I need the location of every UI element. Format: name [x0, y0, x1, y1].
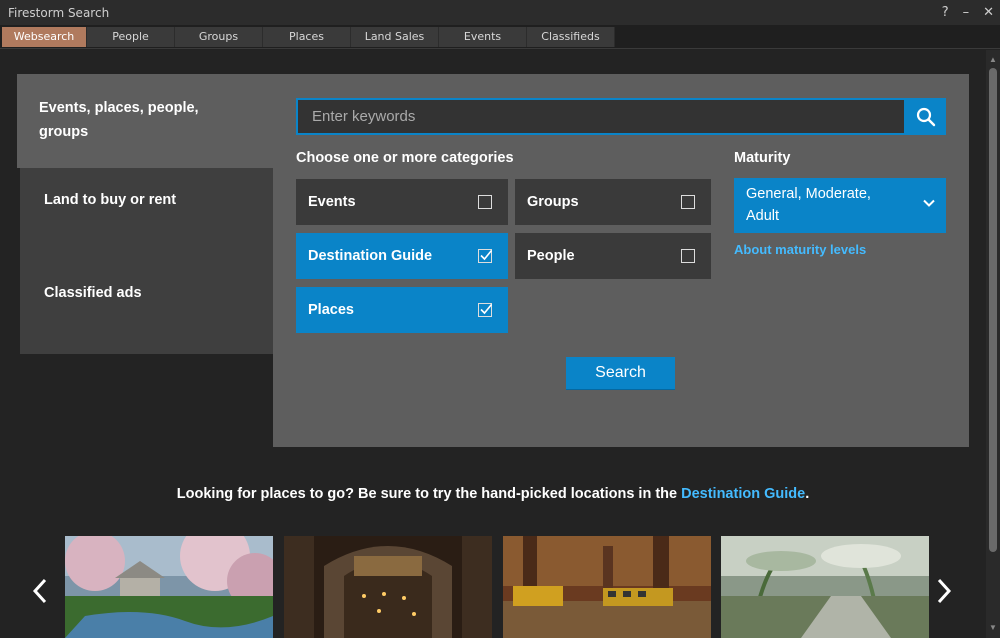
checkbox-unchecked-icon[interactable] [681, 195, 695, 209]
close-button[interactable]: ✕ [983, 0, 994, 25]
web-content: Events, places, people, groups Land to b… [0, 50, 986, 638]
tab-land-sales[interactable]: Land Sales [351, 27, 439, 47]
categories-heading: Choose one or more categories [296, 150, 514, 166]
tab-events[interactable]: Events [439, 27, 527, 47]
tab-bar: Websearch People Groups Places Land Sale… [0, 25, 1000, 49]
promo-suffix: . [805, 486, 810, 502]
category-label: People [527, 248, 575, 264]
destination-guide-link[interactable]: Destination Guide [681, 486, 805, 502]
window-title: Firestorm Search [8, 6, 110, 20]
search-main: Choose one or more categories Maturity E… [273, 74, 969, 447]
search-button[interactable]: Search [566, 357, 675, 390]
destination-thumbnail[interactable] [503, 536, 711, 638]
search-icon-button[interactable] [906, 98, 946, 135]
tab-classifieds[interactable]: Classifieds [527, 27, 615, 47]
destination-thumbnail[interactable] [65, 536, 273, 638]
search-icon [916, 107, 936, 126]
maturity-heading: Maturity [734, 150, 791, 166]
help-button[interactable]: ? [942, 0, 949, 25]
destination-carousel [0, 536, 986, 638]
scroll-down-icon[interactable]: ▼ [986, 622, 1000, 634]
tab-groups[interactable]: Groups [175, 27, 263, 47]
search-panel: Events, places, people, groups Land to b… [17, 74, 969, 447]
maturity-select[interactable]: General, Moderate, Adult [734, 178, 946, 233]
title-bar: Firestorm Search ? – ✕ [0, 0, 1000, 25]
minimize-button[interactable]: – [963, 0, 970, 25]
promo-text: Looking for places to go? Be sure to try… [0, 486, 986, 502]
window-controls: ? – ✕ [942, 0, 994, 25]
search-input[interactable] [312, 108, 904, 125]
category-label: Places [308, 302, 354, 318]
tab-people[interactable]: People [87, 27, 175, 47]
category-places[interactable]: Places [296, 287, 508, 333]
tab-places[interactable]: Places [263, 27, 351, 47]
destination-thumbnail[interactable] [284, 536, 492, 638]
firestorm-search-window: Firestorm Search ? – ✕ Websearch People … [0, 0, 1000, 638]
sidebar-item-classifieds[interactable]: Classified ads [44, 285, 142, 301]
chevron-down-icon [923, 199, 935, 207]
chevron-right-icon[interactable] [934, 576, 954, 606]
sidebar-item-land[interactable]: Land to buy or rent [44, 192, 176, 208]
promo-message: Looking for places to go? Be sure to try… [176, 486, 682, 502]
category-label: Groups [527, 194, 579, 210]
checkbox-checked-icon[interactable] [478, 249, 493, 263]
category-events[interactable]: Events [296, 179, 508, 225]
tab-list: Websearch People Groups Places Land Sale… [2, 27, 615, 47]
destination-thumbnail[interactable] [721, 536, 929, 638]
category-destination-guide[interactable]: Destination Guide [296, 233, 508, 279]
scroll-up-icon[interactable]: ▲ [986, 54, 1000, 66]
about-maturity-link[interactable]: About maturity levels [734, 242, 866, 257]
category-label: Destination Guide [308, 248, 433, 264]
tab-websearch[interactable]: Websearch [2, 27, 87, 47]
checkbox-checked-icon[interactable] [478, 303, 493, 317]
search-field[interactable] [296, 98, 906, 135]
vertical-scrollbar[interactable]: ▲ ▼ [986, 50, 1000, 638]
category-people[interactable]: People [515, 233, 711, 279]
maturity-value: General, Moderate, Adult [746, 186, 871, 224]
scroll-thumb[interactable] [989, 68, 997, 552]
checkbox-unchecked-icon[interactable] [681, 249, 695, 263]
category-groups[interactable]: Groups [515, 179, 711, 225]
checkbox-unchecked-icon[interactable] [478, 195, 492, 209]
chevron-left-icon[interactable] [30, 576, 50, 606]
sidebar: Land to buy or rent Classified ads [20, 168, 273, 354]
category-label: Events [308, 194, 356, 210]
sidebar-item-events-places[interactable]: Events, places, people, groups [17, 74, 273, 168]
